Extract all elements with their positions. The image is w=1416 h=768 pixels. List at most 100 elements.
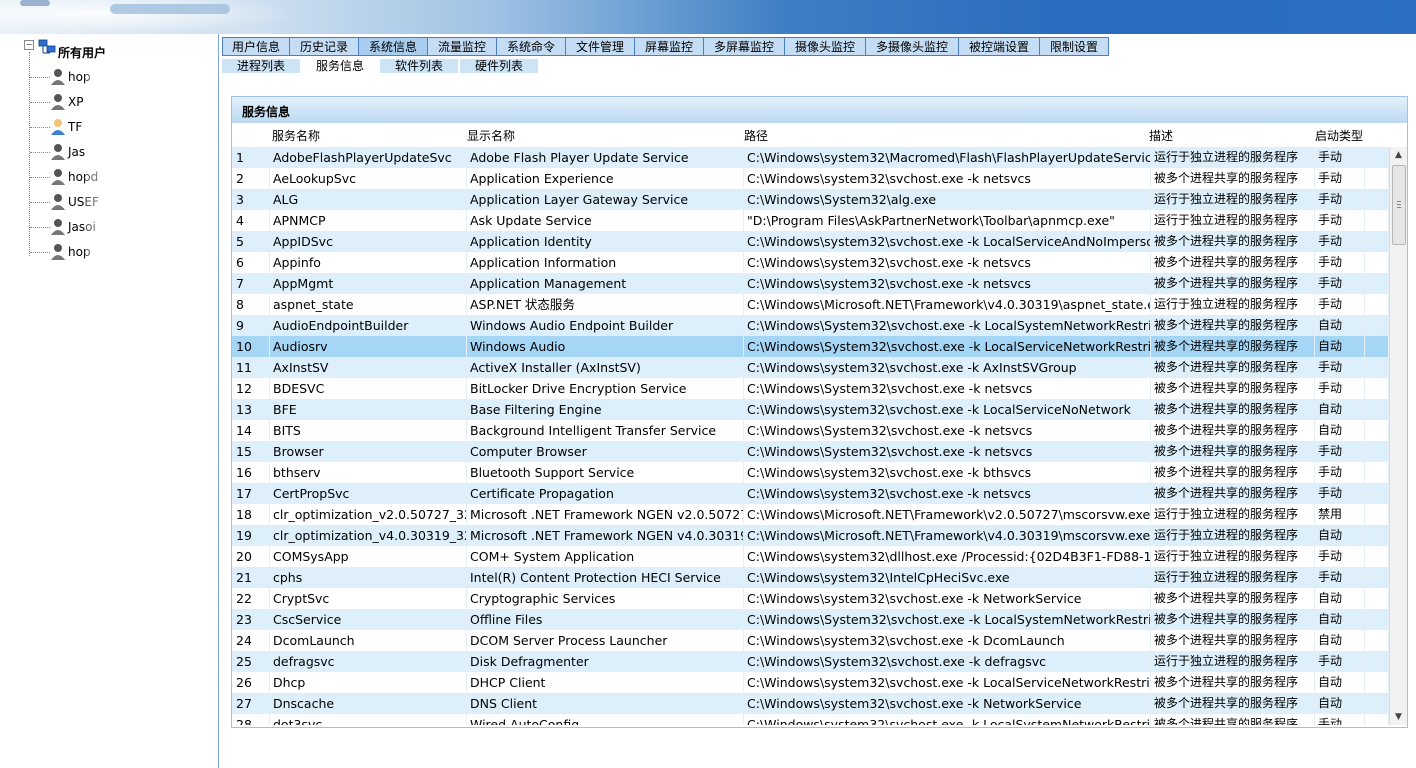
subtab-0[interactable]: 进程列表 [222, 59, 300, 73]
service-description: 被多个进程共享的服务程序 [1151, 315, 1315, 336]
display-name: Application Experience [467, 168, 744, 189]
tab-5[interactable]: 文件管理 [565, 37, 635, 56]
header-banner [0, 0, 1416, 34]
service-description: 运行于独立进程的服务程序 [1151, 546, 1315, 567]
table-row[interactable]: 24 DcomLaunch DCOM Server Process Launcher… [232, 630, 1389, 651]
service-name: AppMgmt [270, 273, 467, 294]
table-row[interactable]: 16 bthserv Bluetooth Support Service C:\Win… [232, 462, 1389, 483]
service-name: aspnet_state [270, 294, 467, 315]
column-header-path[interactable]: 路径 [744, 127, 768, 144]
service-name: bthserv [270, 462, 467, 483]
table-row[interactable]: 26 Dhcp DHCP Client C:\Windows\system32\svc… [232, 672, 1389, 693]
display-name: Windows Audio Endpoint Builder [467, 315, 744, 336]
table-row[interactable]: 27 Dnscache DNS Client C:\Windows\system32\… [232, 693, 1389, 714]
tree-node-user[interactable]: XP [30, 93, 200, 111]
column-header-display[interactable]: 显示名称 [467, 127, 515, 144]
subtab-2[interactable]: 软件列表 [380, 59, 458, 73]
row-index: 18 [232, 504, 270, 525]
empty-cell [1365, 567, 1389, 588]
empty-cell [1365, 441, 1389, 462]
tab-0[interactable]: 用户信息 [222, 37, 290, 56]
tab-1[interactable]: 历史记录 [289, 37, 359, 56]
table-row[interactable]: 17 CertPropSvc Certificate Propagation C:\W… [232, 483, 1389, 504]
vertical-scrollbar[interactable]: ▲ ▼ [1389, 147, 1407, 725]
tab-4[interactable]: 系统命令 [496, 37, 566, 56]
column-header-name[interactable]: 服务名称 [272, 127, 320, 144]
tree-root-label[interactable]: 所有用户 [58, 44, 106, 61]
column-header-desc[interactable]: 描述 [1149, 127, 1173, 144]
table-row[interactable]: 12 BDESVC BitLocker Drive Encryption Servi… [232, 378, 1389, 399]
table-row[interactable]: 6 Appinfo Application Information C:\Window… [232, 252, 1389, 273]
table-row[interactable]: 3 ALG Application Layer Gateway Service C:\… [232, 189, 1389, 210]
display-name: Ask Update Service [467, 210, 744, 231]
scroll-down-icon[interactable]: ▼ [1390, 709, 1407, 725]
table-row[interactable]: 9 AudioEndpointBuilder Windows Audio Endpo… [232, 315, 1389, 336]
empty-cell [1365, 378, 1389, 399]
service-description: 被多个进程共享的服务程序 [1151, 252, 1315, 273]
subtab-1[interactable]: 服务信息 [302, 59, 378, 73]
tree-node-user[interactable]: USEF [30, 193, 200, 211]
table-row[interactable]: 1 AdobeFlashPlayerUpdateSvc Adobe Flash Pl… [232, 147, 1389, 168]
display-name: DNS Client [467, 693, 744, 714]
table-row[interactable]: 11 AxInstSV ActiveX Installer (AxInstSV) C:… [232, 357, 1389, 378]
tab-6[interactable]: 屏幕监控 [634, 37, 704, 56]
table-row[interactable]: 8 aspnet_state ASP.NET 状态服务 C:\Windows\Micr… [232, 294, 1389, 315]
service-path: C:\Windows\System32\alg.exe [744, 189, 1151, 210]
table-row[interactable]: 18 clr_optimization_v2.0.50727_32 Microsof… [232, 504, 1389, 525]
column-header-type[interactable]: 启动类型 [1315, 127, 1363, 144]
tree-node-user[interactable]: hop [30, 68, 200, 86]
tab-8[interactable]: 摄像头监控 [784, 37, 866, 56]
service-path: C:\Windows\system32\svchost.exe -k AxIns… [744, 357, 1151, 378]
tab-9[interactable]: 多摄像头监控 [865, 37, 959, 56]
startup-type: 自动 [1315, 399, 1365, 420]
collapse-icon[interactable]: − [24, 40, 34, 50]
service-path: C:\Windows\System32\svchost.exe -k Local… [744, 315, 1151, 336]
table-row[interactable]: 2 AeLookupSvc Application Experience C:\Win… [232, 168, 1389, 189]
startup-type: 自动 [1315, 609, 1365, 630]
table-row[interactable]: 7 AppMgmt Application Management C:\Windows… [232, 273, 1389, 294]
startup-type: 手动 [1315, 546, 1365, 567]
table-row[interactable]: 22 CryptSvc Cryptographic Services C:\Windo… [232, 588, 1389, 609]
service-description: 运行于独立进程的服务程序 [1151, 525, 1315, 546]
table-row[interactable]: 14 BITS Background Intelligent Transfer Se… [232, 420, 1389, 441]
subtab-3[interactable]: 硬件列表 [460, 59, 538, 73]
table-row[interactable]: 20 COMSysApp COM+ System Application C:\Win… [232, 546, 1389, 567]
service-description: 被多个进程共享的服务程序 [1151, 609, 1315, 630]
tree-node-user[interactable]: TF [30, 118, 200, 136]
display-name: Cryptographic Services [467, 588, 744, 609]
tab-10[interactable]: 被控端设置 [958, 37, 1040, 56]
service-path: C:\Windows\system32\svchost.exe -k netsv… [744, 168, 1151, 189]
tab-2[interactable]: 系统信息 [358, 37, 428, 56]
blur-overlay [85, 143, 195, 161]
empty-cell [1365, 147, 1389, 168]
tree-connector [30, 127, 50, 128]
tree-node-user[interactable]: Jasoi [30, 218, 200, 236]
service-name: clr_optimization_v4.0.30319_32 [270, 525, 467, 546]
banner-blur-text [110, 4, 230, 14]
table-row[interactable]: 5 AppIDSvc Application Identity C:\Windows\… [232, 231, 1389, 252]
service-path: C:\Windows\system32\svchost.exe -k Netwo… [744, 588, 1151, 609]
table-row[interactable]: 23 CscService Offline Files C:\Windows\Syst… [232, 609, 1389, 630]
table-row[interactable]: 13 BFE Base Filtering Engine C:\Windows\sys… [232, 399, 1389, 420]
tree-node-label: Jas [68, 145, 86, 159]
tree-node-user[interactable]: Jas [30, 143, 200, 161]
table-row[interactable]: 10 Audiosrv Windows Audio C:\Windows\System… [232, 336, 1389, 357]
tab-3[interactable]: 流量监控 [427, 37, 497, 56]
scroll-thumb[interactable] [1392, 165, 1406, 245]
tab-11[interactable]: 限制设置 [1039, 37, 1109, 56]
table-row[interactable]: 21 cphs Intel(R) Content Protection HECI S… [232, 567, 1389, 588]
table-row[interactable]: 25 defragsvc Disk Defragmenter C:\Windows\S… [232, 651, 1389, 672]
tree-connector [30, 152, 50, 153]
tree-node-user[interactable]: hop [30, 243, 200, 261]
service-description: 被多个进程共享的服务程序 [1151, 168, 1315, 189]
table-row[interactable]: 15 Browser Computer Browser C:\Windows\Syst… [232, 441, 1389, 462]
display-name: Microsoft .NET Framework NGEN v2.0.50727… [467, 504, 744, 525]
tab-7[interactable]: 多屏幕监控 [703, 37, 785, 56]
startup-type: 手动 [1315, 567, 1365, 588]
startup-type: 自动 [1315, 630, 1365, 651]
scroll-up-icon[interactable]: ▲ [1390, 147, 1407, 163]
table-row[interactable]: 19 clr_optimization_v4.0.30319_32 Microsof… [232, 525, 1389, 546]
tree-node-user[interactable]: hopd [30, 168, 200, 186]
table-row[interactable]: 4 APNMCP Ask Update Service "D:\Program Fil… [232, 210, 1389, 231]
table-row[interactable]: 28 dot3svc Wired AutoConfig C:\Windows\syst… [232, 714, 1389, 725]
